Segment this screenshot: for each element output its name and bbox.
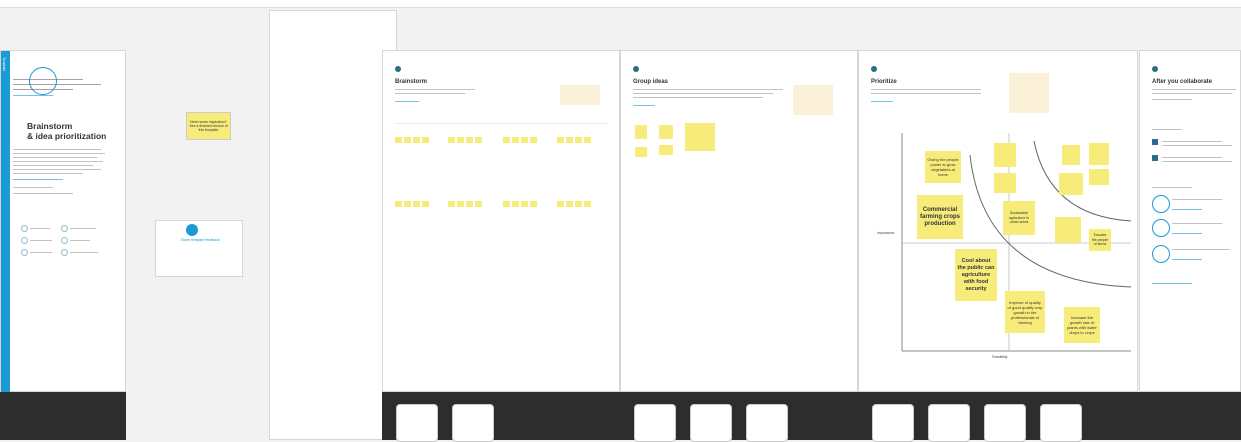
x-axis-label: Feasibility	[992, 355, 1008, 359]
frames-footer	[382, 392, 1241, 442]
frame-prioritize: Prioritize Importance Feasibility Giving…	[858, 50, 1138, 392]
thumb-2[interactable]	[452, 404, 494, 442]
frame-after-dot	[1152, 66, 1158, 72]
frame-group-dot	[633, 66, 639, 72]
grid-sticky-4[interactable]: Improve of quality of good quality crop …	[1005, 291, 1045, 333]
panel-heading-line1: Brainstorm	[27, 121, 73, 131]
grid-sticky-7[interactable]: Educate the people of farms	[1089, 229, 1111, 251]
thumb-8[interactable]	[984, 404, 1026, 442]
panel-heading-line2: & idea prioritization	[27, 131, 107, 141]
thumb-4[interactable]	[690, 404, 732, 442]
frame-group-ideas: Group ideas	[620, 50, 858, 392]
grid-sticky-5[interactable]: Increase the growth rate of plants with …	[1064, 307, 1100, 343]
frame-group-title: Group ideas	[633, 79, 669, 85]
inspiration-sticky-text: Need some inspiration? See a finished ve…	[189, 120, 228, 132]
thumb-6[interactable]	[872, 404, 914, 442]
panel-text-top	[13, 77, 109, 101]
grid-sticky-3[interactable]: Cool about the public can agriculture wi…	[955, 249, 997, 301]
thumb-7[interactable]	[928, 404, 970, 442]
inspiration-sticky[interactable]: Need some inspiration? See a finished ve…	[186, 112, 231, 140]
y-axis-label: Importance	[877, 231, 895, 235]
frame-brainstorm: Brainstorm	[382, 50, 620, 392]
template-tab-label: Template	[2, 57, 6, 72]
grid-sticky-2[interactable]: Commercial farming crops production	[917, 195, 963, 239]
top-toolbar	[0, 0, 1241, 8]
feedback-text: Share template feedback	[180, 238, 220, 242]
blank-frame	[269, 10, 397, 440]
left-dark-footer	[0, 392, 126, 440]
brainstorm-note	[560, 85, 600, 105]
frame-after: After you collaborate	[1139, 50, 1241, 392]
panel-icons	[21, 223, 111, 263]
thumb-5[interactable]	[746, 404, 788, 442]
thumb-9[interactable]	[1040, 404, 1082, 442]
group-note	[793, 85, 833, 115]
thumb-1[interactable]	[396, 404, 438, 442]
grid-sticky-6[interactable]: Sustainable agriculture in urban areas	[1003, 201, 1035, 235]
template-panel: Template Brainstorm & idea prioritizatio…	[0, 50, 126, 393]
panel-body	[13, 147, 113, 207]
frame-brainstorm-title: Brainstorm	[395, 79, 428, 85]
frame-after-title: After you collaborate	[1152, 79, 1213, 85]
panel-heading: Brainstorm & idea prioritization	[27, 121, 106, 141]
template-tab[interactable]	[1, 51, 10, 393]
thumb-3[interactable]	[634, 404, 676, 442]
feedback-card[interactable]: Share template feedback	[155, 220, 243, 277]
frame-brainstorm-dot	[395, 66, 401, 72]
feedback-avatar	[186, 224, 198, 236]
grid-sticky-1[interactable]: Giving the people power to grow vegetabl…	[925, 151, 961, 183]
